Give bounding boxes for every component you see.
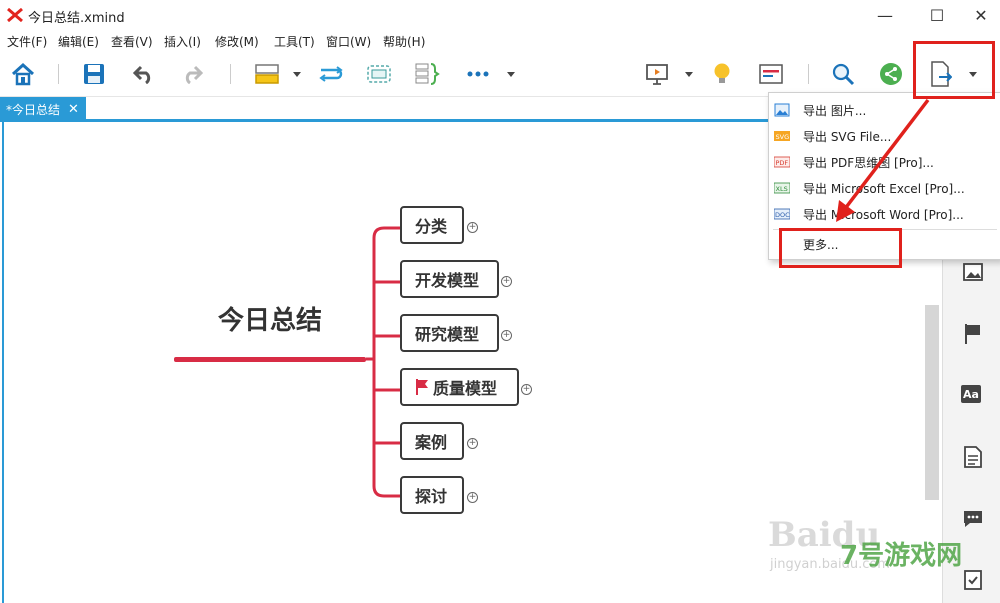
export-pdf-menu-item[interactable]: PDF 导出 PDF思维图 [Pro]...	[769, 150, 1000, 174]
subtopic[interactable]: 研究模型	[400, 314, 499, 352]
pdf-file-icon: PDF	[774, 156, 790, 168]
menu-item-label: 导出 Microsoft Excel [Pro]...	[803, 181, 965, 196]
word-file-icon: DOC	[774, 208, 790, 220]
subtopic-label: 分类	[415, 217, 448, 236]
export-excel-menu-item[interactable]: XLS 导出 Microsoft Excel [Pro]...	[769, 176, 1000, 200]
flag-icon[interactable]	[961, 322, 985, 346]
expand-plus-icon[interactable]: +	[501, 276, 512, 287]
export-svg-menu-item[interactable]: SVG 导出 SVG File...	[769, 124, 1000, 148]
svg-text:DOC: DOC	[775, 211, 790, 219]
svg-text:SVG: SVG	[776, 133, 790, 141]
subtopic[interactable]: 开发模型	[400, 260, 499, 298]
menu-item-label: 导出 Microsoft Word [Pro]...	[803, 207, 964, 222]
expand-plus-icon[interactable]: +	[467, 438, 478, 449]
excel-file-icon: XLS	[774, 182, 790, 194]
subtopic[interactable]: 探讨	[400, 476, 464, 514]
export-image-menu-item[interactable]: 导出 图片...	[769, 98, 1000, 122]
notes-icon[interactable]	[961, 445, 985, 469]
expand-plus-icon[interactable]: +	[501, 330, 512, 341]
site-watermark: 7号游戏网	[840, 541, 963, 571]
svg-text:PDF: PDF	[776, 159, 789, 167]
menu-item-label: 导出 PDF思维图 [Pro]...	[803, 155, 934, 170]
image-file-icon	[774, 103, 790, 117]
subtopic-label: 研究模型	[415, 325, 480, 344]
highlight-box-export-button	[913, 41, 995, 99]
central-topic[interactable]: 今日总结	[185, 300, 355, 337]
svg-file-icon: SVG	[774, 131, 790, 141]
image-icon[interactable]	[961, 260, 985, 284]
expand-plus-icon[interactable]: +	[467, 222, 478, 233]
menu-item-label: 导出 图片...	[803, 103, 867, 118]
menu-item-label: 导出 SVG File...	[803, 129, 892, 144]
subtopic[interactable]: 案例	[400, 422, 464, 460]
vertical-scrollbar[interactable]	[925, 305, 939, 500]
text-style-icon[interactable]: Aa	[961, 385, 981, 403]
subtopic-label: 探讨	[415, 487, 448, 506]
task-icon[interactable]	[961, 567, 985, 591]
subtopic-flagged[interactable]: 质量模型	[400, 368, 519, 406]
subtopic-label: 开发模型	[415, 271, 480, 290]
svg-text:XLS: XLS	[776, 185, 788, 193]
expand-plus-icon[interactable]: +	[521, 384, 532, 395]
branch-lines	[366, 226, 400, 498]
subtopic-label: 案例	[415, 433, 448, 452]
comment-icon[interactable]	[961, 507, 985, 531]
central-topic-underline	[174, 357, 366, 362]
highlight-box-more-item	[779, 228, 902, 268]
expand-plus-icon[interactable]: +	[467, 492, 478, 503]
red-flag-icon	[416, 379, 428, 395]
subtopic-label: 质量模型	[433, 379, 498, 398]
subtopic[interactable]: 分类	[400, 206, 464, 244]
export-word-menu-item[interactable]: DOC 导出 Microsoft Word [Pro]...	[769, 202, 1000, 226]
